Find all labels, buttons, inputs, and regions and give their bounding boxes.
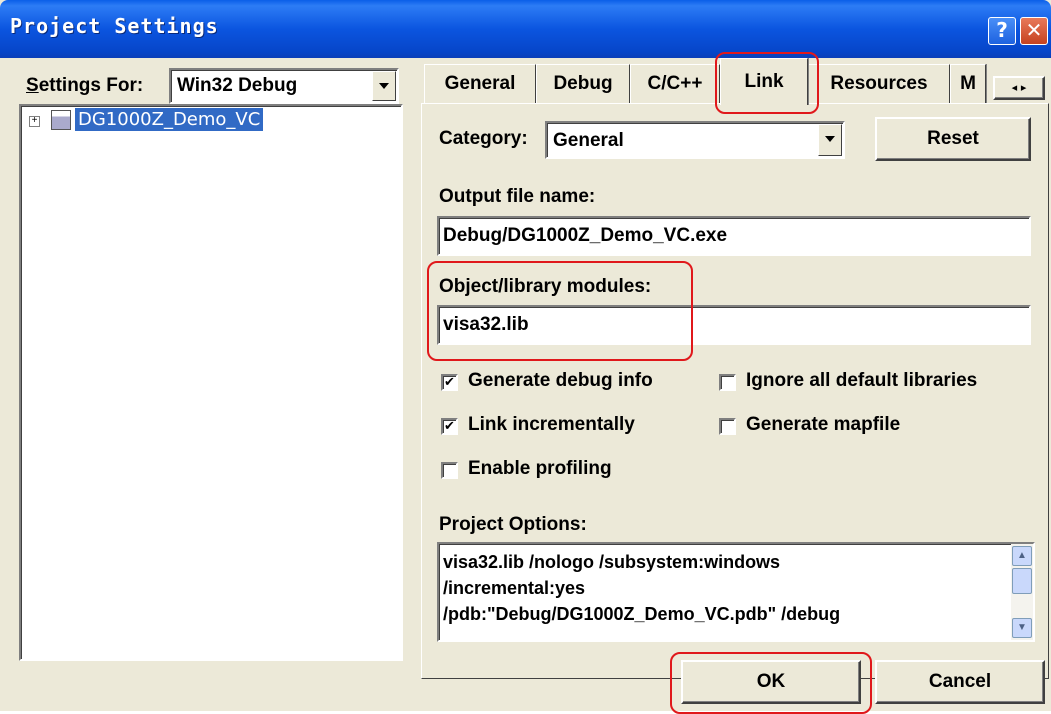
output-file-value: Debug/DG1000Z_Demo_VC.exe (443, 225, 728, 246)
generate-mapfile-checkbox[interactable] (719, 418, 736, 435)
tab-more[interactable]: M (950, 64, 986, 104)
settings-for-label: Settings For: (26, 75, 143, 97)
help-button[interactable]: ? (988, 17, 1016, 45)
tree-expand-icon[interactable]: + (29, 116, 40, 127)
window-title: Project Settings (10, 14, 219, 38)
output-file-label: Output file name: (439, 186, 596, 207)
settings-for-combo[interactable]: Win32 Debug (169, 68, 399, 104)
tab-c-cpp[interactable]: C/C++ (630, 64, 720, 104)
project-options-line: visa32.lib /nologo /subsystem:windows (443, 552, 781, 572)
settings-for-value: Win32 Debug (177, 75, 298, 96)
annotation-objlib (427, 261, 693, 361)
tab-debug[interactable]: Debug (536, 64, 630, 104)
generate-debug-info-checkbox[interactable]: ✔ (441, 374, 458, 391)
tab-scroll-arrows[interactable]: ◂ ▸ (993, 76, 1045, 100)
ignore-default-libs-checkbox[interactable] (719, 374, 736, 391)
category-value: General (553, 130, 624, 151)
project-options-scrollbar[interactable]: ▲ ▼ (1011, 544, 1033, 640)
tab-resources[interactable]: Resources (808, 64, 950, 104)
reset-button[interactable]: Reset (875, 117, 1031, 161)
category-combo[interactable]: General (545, 121, 845, 159)
project-options-line: /pdb:"Debug/DG1000Z_Demo_VC.pdb" /debug (443, 604, 841, 624)
scroll-thumb[interactable] (1012, 568, 1032, 594)
close-button[interactable]: ✕ (1020, 17, 1048, 45)
project-options-line: /incremental:yes (443, 578, 586, 598)
tree-item-project[interactable]: DG1000Z_Demo_VC (75, 108, 264, 131)
scroll-up-icon[interactable]: ▲ (1012, 546, 1032, 566)
tab-link[interactable]: Link (720, 58, 808, 105)
project-settings-dialog: Project Settings ? ✕ Settings For: Win32… (0, 0, 1051, 714)
link-incrementally-checkbox[interactable]: ✔ (441, 418, 458, 435)
category-label: Category: (439, 128, 528, 149)
project-options-textarea[interactable]: visa32.lib /nologo /subsystem:windows /i… (437, 542, 1035, 642)
chevron-down-icon[interactable] (372, 71, 396, 101)
project-options-label: Project Options: (439, 514, 587, 535)
chevron-down-icon[interactable] (818, 124, 842, 156)
output-file-field[interactable]: Debug/DG1000Z_Demo_VC.exe (437, 216, 1031, 256)
generate-mapfile-label: Generate mapfile (746, 414, 901, 435)
ignore-default-libs-label: Ignore all default libraries (746, 370, 978, 391)
annotation-ok-button (670, 652, 872, 714)
tab-general[interactable]: General (424, 64, 536, 104)
scroll-down-icon[interactable]: ▼ (1012, 618, 1032, 638)
settings-for-label-rest: ettings For: (38, 75, 144, 96)
mnemonic: S (26, 75, 39, 96)
project-tree[interactable]: + DG1000Z_Demo_VC (19, 104, 403, 661)
enable-profiling-label: Enable profiling (468, 458, 612, 479)
cancel-button[interactable]: Cancel (875, 660, 1045, 704)
title-bar[interactable]: Project Settings ? ✕ (0, 0, 1051, 58)
project-icon (51, 110, 71, 130)
link-incrementally-label: Link incrementally (468, 414, 635, 435)
enable-profiling-checkbox[interactable] (441, 462, 458, 479)
generate-debug-info-label: Generate debug info (468, 370, 653, 391)
